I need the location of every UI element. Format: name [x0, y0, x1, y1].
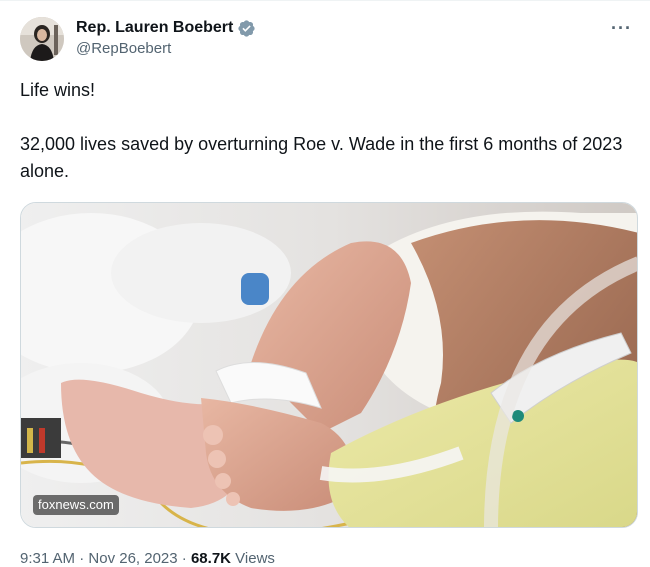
avatar-image	[20, 17, 64, 61]
tweet-media[interactable]: foxnews.com	[20, 202, 638, 528]
tweet-header: Rep. Lauren Boebert @RepBoebert	[20, 15, 632, 61]
views-label: Views	[235, 550, 275, 567]
tweet-card: Rep. Lauren Boebert @RepBoebert ··· Life…	[0, 0, 650, 567]
name-row: Rep. Lauren Boebert	[76, 18, 256, 38]
avatar[interactable]	[20, 17, 64, 61]
media-source-badge: foxnews.com	[33, 495, 119, 515]
more-options-icon[interactable]: ···	[611, 19, 632, 37]
tweet-paragraph: 32,000 lives saved by overturning Roe v.…	[20, 134, 623, 181]
meta-separator: ·	[181, 550, 187, 567]
tweet-meta: 9:31 AM · Nov 26, 2023 · 68.7K Views	[20, 549, 632, 567]
tweet-text: Life wins! 32,000 lives saved by overtur…	[20, 77, 632, 185]
tweet-date[interactable]: Nov 26, 2023	[88, 550, 177, 567]
views-count: 68.7K	[190, 550, 231, 567]
meta-separator: ·	[79, 550, 85, 567]
author-block: Rep. Lauren Boebert @RepBoebert	[76, 15, 256, 59]
verified-badge-icon	[237, 19, 256, 38]
media-photo	[21, 203, 637, 527]
author-handle[interactable]: @RepBoebert	[76, 39, 256, 59]
tweet-time[interactable]: 9:31 AM	[20, 550, 75, 567]
author-display-name[interactable]: Rep. Lauren Boebert	[76, 18, 233, 38]
tweet-paragraph: Life wins!	[20, 80, 96, 100]
